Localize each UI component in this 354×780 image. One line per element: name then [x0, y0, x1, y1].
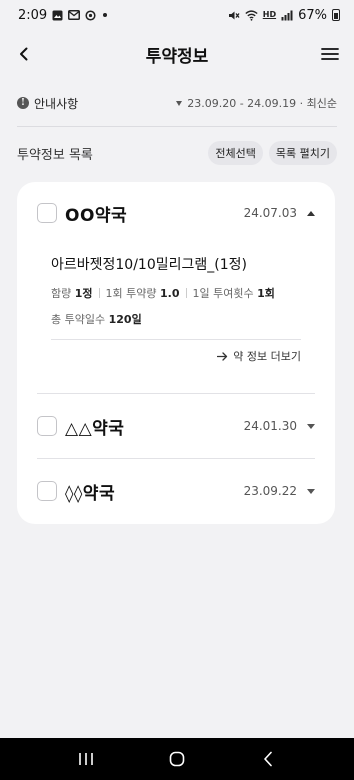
caret-down-icon[interactable] [307, 423, 315, 429]
recent-apps-button[interactable] [66, 744, 106, 774]
home-button[interactable] [157, 744, 197, 774]
wifi-icon [245, 9, 258, 21]
pharmacy-divider [37, 393, 315, 394]
list-title: 투약정보 목록 [17, 147, 93, 163]
once-label: 1회 투약량 [105, 287, 157, 300]
pharmacy-checkbox[interactable] [37, 481, 57, 501]
more-info-label: 약 정보 더보기 [233, 350, 301, 363]
pharmacy-name: △△약국 [65, 418, 125, 439]
hamburger-menu-icon [321, 48, 339, 60]
once-info: 1회 투약량 1.0 [106, 285, 180, 301]
pharmacy-row[interactable]: ◊◊약국 23.09.22 [37, 476, 315, 506]
meta-separator [98, 288, 100, 298]
dose-info: 함량 1정 [51, 285, 93, 301]
pharmacy-row[interactable]: OO약국 24.07.03 [37, 198, 315, 228]
mail-icon [68, 10, 81, 20]
status-time: 2:09 [18, 7, 48, 23]
pharmacy-right: 23.09.22 [244, 484, 315, 498]
notice-label: 안내사항 [34, 96, 79, 111]
battery-icon [332, 9, 340, 21]
pharmacy-name: OO약국 [65, 205, 128, 226]
notice-button[interactable]: ! 안내사항 [17, 95, 78, 112]
drug-total: 총 투약일수 120일 [51, 311, 301, 327]
pharmacy-right: 24.01.30 [244, 419, 315, 433]
pharmacy-left: △△약국 [37, 414, 124, 439]
daily-value: 1회 [257, 287, 275, 300]
pharmacy-date: 23.09.22 [243, 484, 297, 498]
caret-down-icon [176, 100, 183, 106]
notice-row: ! 안내사항 23.09.20 - 24.09.19 · 최신순 [17, 92, 337, 114]
pharmacy-date: 24.01.30 [243, 419, 297, 433]
recent-apps-icon [78, 753, 93, 765]
pharmacy-divider [37, 458, 315, 459]
system-back-button[interactable] [248, 744, 288, 774]
list-actions: 전체선택 목록 펼치기 [208, 141, 337, 165]
period-label: 23.09.20 - 24.09.19 · 최신순 [187, 97, 337, 110]
status-left: 2:09 [18, 7, 108, 23]
more-info-link[interactable]: 약 정보 더보기 [217, 348, 301, 364]
detail-divider [51, 339, 301, 340]
list-header: 투약정보 목록 전체선택 목록 펼치기 [17, 140, 337, 166]
menu-button[interactable] [316, 40, 344, 68]
daily-label: 1일 투여횟수 [192, 287, 254, 300]
caret-down-icon[interactable] [307, 488, 315, 494]
pharmacy-left: OO약국 [37, 201, 127, 226]
prescription-card: OO약국 24.07.03 아르바젯정10/10밀리그램_(1정) 함량 1정 … [17, 182, 335, 524]
chevron-left-icon [20, 47, 28, 61]
pharmacy-date: 24.07.03 [243, 206, 297, 220]
mute-icon [228, 11, 240, 19]
drug-name: 아르바젯정10/10밀리그램_(1정) [51, 257, 247, 273]
caret-up-icon[interactable] [307, 210, 315, 216]
drug-detail: 아르바젯정10/10밀리그램_(1정) 함량 1정 1회 투약량 1.0 1일 … [51, 254, 301, 327]
status-bar: 2:09 HD 67% [0, 0, 354, 30]
total-label: 총 투약일수 [51, 313, 106, 326]
pharmacy-right: 24.07.03 [244, 206, 315, 220]
dose-value: 1정 [74, 287, 93, 300]
pharmacy-checkbox[interactable] [37, 416, 57, 436]
once-value: 1.0 [160, 287, 180, 300]
back-arrow-icon [264, 751, 273, 767]
signal-icon [281, 10, 293, 20]
select-all-button[interactable]: 전체선택 [208, 141, 263, 165]
section-divider [17, 126, 337, 127]
drug-meta: 함량 1정 1회 투약량 1.0 1일 투여횟수 1회 [51, 285, 301, 301]
total-value: 120일 [108, 313, 142, 326]
app-header: 투약정보 [0, 30, 354, 78]
pharmacy-left: ◊◊약국 [37, 479, 115, 504]
status-right: HD 67% [228, 8, 340, 23]
battery-percent: 67% [298, 7, 327, 23]
arrow-right-icon [217, 351, 228, 361]
expand-all-button[interactable]: 목록 펼치기 [268, 141, 337, 165]
system-nav-bar [0, 738, 354, 780]
page-title: 투약정보 [145, 46, 209, 67]
pharmacy-checkbox[interactable] [37, 203, 57, 223]
pharmacy-name: ◊◊약국 [65, 483, 116, 504]
pharmacy-row[interactable]: △△약국 24.01.30 [37, 411, 315, 441]
dose-label: 함량 [51, 287, 72, 300]
home-icon [169, 751, 185, 767]
network-type-label: HD [262, 10, 277, 19]
info-icon: ! [17, 97, 29, 109]
daily-info: 1일 투여횟수 1회 [193, 285, 275, 301]
sync-icon [85, 9, 96, 21]
gallery-icon [52, 10, 63, 20]
notification-dot-icon [103, 13, 108, 17]
back-button[interactable] [10, 40, 38, 68]
meta-separator [185, 288, 187, 298]
period-filter-dropdown[interactable]: 23.09.20 - 24.09.19 · 최신순 [176, 95, 337, 111]
